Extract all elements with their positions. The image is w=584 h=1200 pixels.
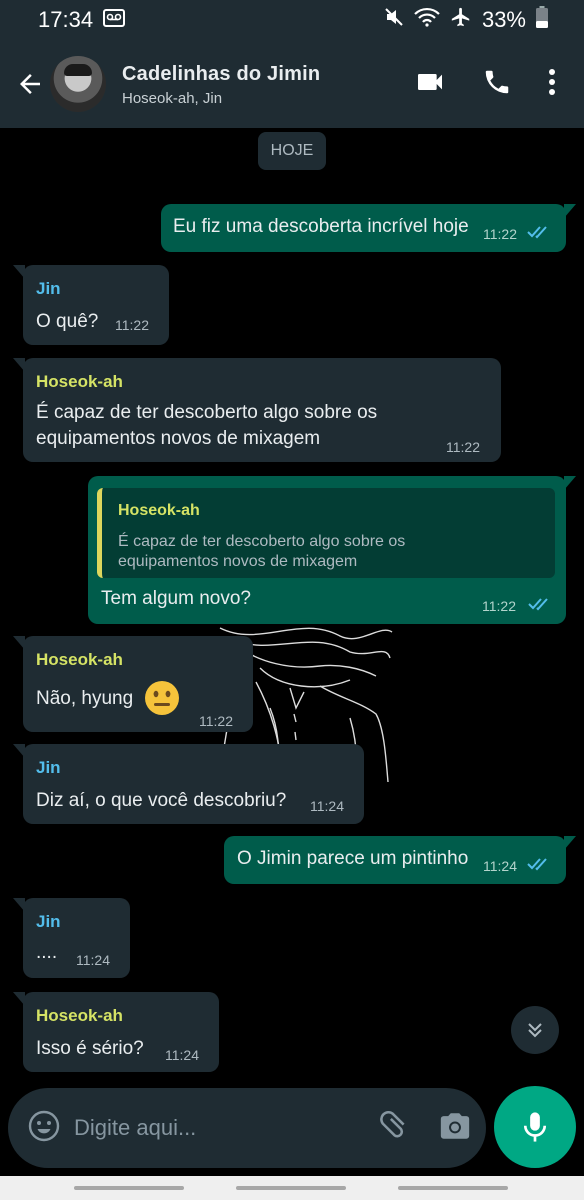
incoming-message[interactable]: Jin O quê? 11:22 (13, 265, 169, 345)
incoming-message[interactable]: Jin .... 11:24 (13, 898, 130, 978)
message-time: 11:22 (199, 713, 233, 729)
scroll-to-bottom-button[interactable] (511, 1006, 559, 1054)
message-time: 11:22 (482, 598, 516, 614)
camera-button[interactable] (438, 1109, 472, 1148)
emoji-button[interactable] (28, 1110, 60, 1147)
camera-icon (440, 1112, 470, 1139)
microphone-icon (523, 1112, 547, 1142)
nav-home-handle[interactable] (236, 1186, 346, 1190)
message-time: 11:24 (310, 798, 344, 814)
attach-button[interactable] (376, 1109, 410, 1148)
chat-participants: Hoseok-ah, Jin (122, 89, 223, 107)
read-receipt-icon (528, 598, 548, 611)
mute-icon (384, 7, 404, 33)
quoted-sender-name: Hoseok-ah (118, 502, 200, 519)
status-bar: 17:34 33% (0, 0, 584, 40)
message-input[interactable] (72, 1114, 376, 1142)
message-text: .... (36, 942, 58, 963)
incoming-message[interactable]: Jin Diz aí, o que você descobriu? 11:24 (13, 744, 364, 824)
quoted-message[interactable]: Hoseok-ah É capaz de ter descoberto algo… (97, 488, 555, 578)
incoming-message[interactable]: Hoseok-ah Isso é sério? 11:24 (13, 992, 219, 1072)
read-receipt-icon (527, 226, 547, 239)
message-time: 11:22 (115, 317, 149, 333)
voice-call-button[interactable] (482, 67, 512, 102)
message-text: Isso é sério? (36, 1038, 144, 1059)
back-arrow-icon (20, 74, 40, 94)
battery-level: 33% (481, 7, 526, 32)
message-time: 11:24 (76, 952, 110, 968)
read-receipt-icon (527, 858, 547, 871)
message-time: 11:24 (483, 858, 517, 874)
message-text-line: É capaz de ter descoberto algo sobre os (36, 402, 378, 423)
message-text: Não, hyung (36, 688, 134, 709)
sender-name: Hoseok-ah (36, 1006, 123, 1025)
message-text: O Jimin parece um pintinho (237, 848, 469, 869)
chat-title: Cadelinhas do Jimin (122, 62, 321, 85)
chat-info[interactable]: Cadelinhas do Jimin Hoseok-ah, Jin (122, 62, 414, 107)
quoted-text-line: equipamentos novos de mixagem (118, 553, 358, 570)
message-text-line: equipamentos novos de mixagem (36, 428, 321, 449)
outgoing-reply-message[interactable]: Hoseok-ah É capaz de ter descoberto algo… (88, 476, 576, 624)
double-chevron-down-icon (528, 1023, 542, 1038)
system-navigation-bar (0, 1176, 584, 1200)
sender-name: Jin (36, 758, 61, 777)
message-text: O quê? (36, 311, 99, 332)
incoming-message[interactable]: Hoseok-ah Não, hyung 11:22 (13, 636, 253, 732)
message-time: 11:22 (446, 439, 480, 455)
sender-name: Jin (36, 279, 61, 298)
airplane-icon (450, 6, 472, 34)
more-vert-icon (549, 68, 555, 95)
message-composer (8, 1088, 486, 1168)
message-text: Diz aí, o que você descobriu? (36, 790, 287, 811)
incoming-message[interactable]: Hoseok-ah É capaz de ter descoberto algo… (13, 358, 501, 462)
message-time: 11:22 (483, 226, 517, 242)
date-separator: HOJE (258, 132, 326, 170)
emoji-smiley-icon (28, 1110, 60, 1141)
outgoing-message[interactable]: Eu fiz uma descoberta incrível hoje 11:2… (161, 204, 576, 252)
quoted-text-line: É capaz de ter descoberto algo sobre os (118, 533, 406, 550)
group-avatar[interactable] (50, 56, 106, 112)
more-options-button[interactable] (548, 68, 556, 101)
status-time: 17:34 (38, 7, 94, 32)
voice-message-button[interactable] (494, 1086, 576, 1168)
nav-recent-apps-handle[interactable] (74, 1186, 184, 1190)
message-text: Tem algum novo? (101, 588, 251, 609)
message-text: Eu fiz uma descoberta incrível hoje (173, 216, 469, 237)
nav-back-handle[interactable] (398, 1186, 508, 1190)
message-time: 11:24 (165, 1047, 199, 1063)
outgoing-message[interactable]: O Jimin parece um pintinho 11:24 (224, 836, 576, 884)
chat-header: Cadelinhas do Jimin Hoseok-ah, Jin (0, 40, 584, 128)
video-camera-icon (418, 73, 442, 90)
sender-name: Hoseok-ah (36, 650, 123, 669)
voicemail-icon (103, 7, 126, 33)
video-call-button[interactable] (414, 66, 446, 103)
sender-name: Jin (36, 912, 61, 931)
paperclip-icon (380, 1110, 405, 1137)
sender-name: Hoseok-ah (36, 372, 123, 391)
neutral-face-emoji-icon (145, 681, 179, 715)
battery-icon (536, 6, 548, 34)
wifi-icon (414, 7, 440, 33)
message-list[interactable]: HOJE Eu fiz uma descoberta incrível hoje… (0, 128, 584, 1088)
phone-icon (485, 70, 509, 93)
